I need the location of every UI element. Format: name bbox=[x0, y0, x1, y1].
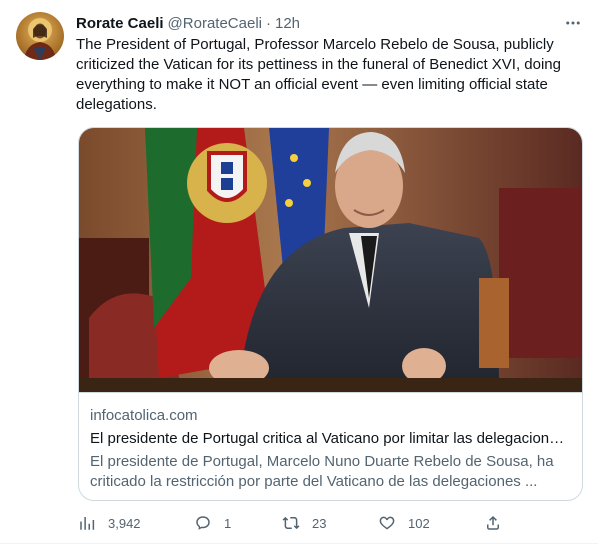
author-handle[interactable]: @RorateCaeli bbox=[168, 15, 262, 32]
tweet[interactable]: Rorate Caeli @RorateCaeli · 12h The Pres… bbox=[0, 0, 598, 544]
link-card[interactable]: infocatolica.com El presidente de Portug… bbox=[78, 127, 583, 501]
share-button[interactable] bbox=[484, 512, 502, 534]
timestamp[interactable]: 12h bbox=[275, 15, 300, 32]
card-body: infocatolica.com El presidente de Portug… bbox=[79, 392, 582, 500]
heart-icon bbox=[379, 516, 395, 530]
more-button[interactable] bbox=[560, 12, 586, 34]
like-count: 102 bbox=[408, 515, 430, 531]
card-description: El presidente de Portugal, Marcelo Nuno … bbox=[90, 453, 554, 490]
retweet-button[interactable]: 23 bbox=[282, 512, 326, 534]
card-title: El presidente de Portugal critica al Vat… bbox=[90, 430, 570, 447]
views-count: 3,942 bbox=[108, 515, 141, 531]
tweet-text: The President of Portugal, Professor Mar… bbox=[76, 36, 561, 113]
tweet-header: Rorate Caeli @RorateCaeli · 12h bbox=[76, 13, 300, 33]
action-bar: 3,942 1 23 102 bbox=[76, 512, 506, 534]
more-icon bbox=[566, 21, 580, 25]
retweet-count: 23 bbox=[312, 515, 327, 531]
separator-dot: · bbox=[265, 14, 271, 32]
views-button[interactable]: 3,942 bbox=[78, 512, 141, 534]
reply-icon bbox=[196, 516, 210, 530]
reply-button[interactable]: 1 bbox=[194, 512, 231, 534]
avatar-image bbox=[16, 12, 64, 60]
retweet-icon bbox=[282, 516, 300, 530]
card-photo bbox=[79, 128, 582, 392]
like-button[interactable]: 102 bbox=[378, 512, 430, 534]
reply-count: 1 bbox=[224, 515, 232, 531]
avatar[interactable] bbox=[16, 12, 64, 60]
card-image bbox=[79, 128, 582, 392]
card-domain: infocatolica.com bbox=[90, 407, 198, 424]
share-icon bbox=[487, 515, 499, 530]
author-name[interactable]: Rorate Caeli bbox=[76, 15, 164, 32]
analytics-icon bbox=[80, 517, 95, 530]
